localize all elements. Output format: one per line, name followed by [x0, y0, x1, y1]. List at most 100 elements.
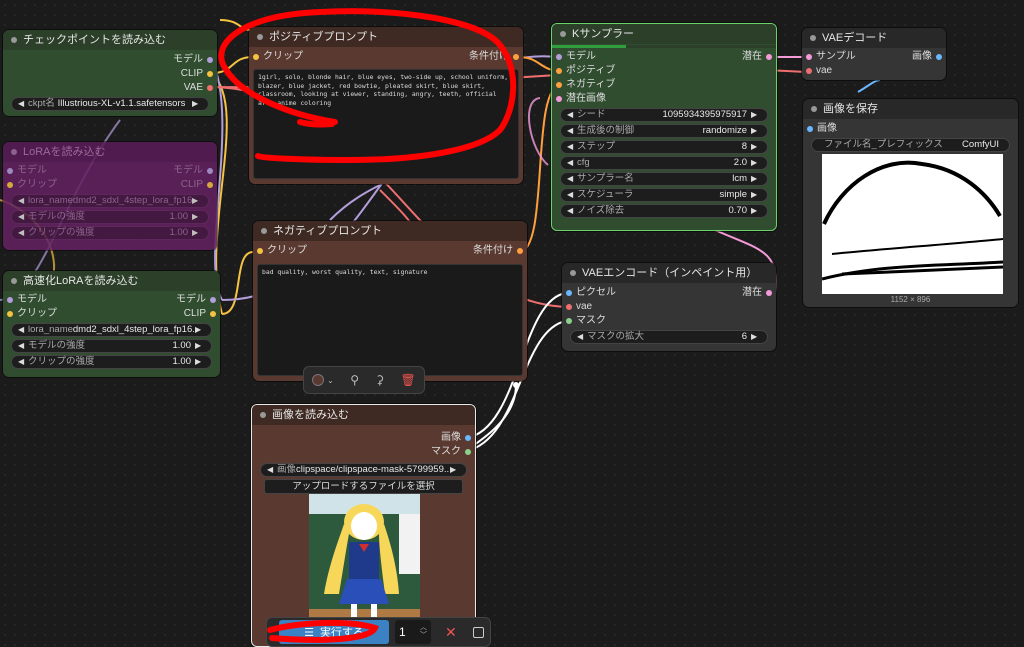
image-file-combo[interactable]: ◀ 画像 clipspace/clipspace-mask-5799959.... ▶	[260, 463, 467, 477]
arrow-left-icon[interactable]: ◀	[18, 227, 28, 239]
negative-input-pin[interactable]	[556, 82, 562, 88]
latent-output-pin[interactable]	[766, 54, 772, 60]
denoise-widget[interactable]: ◀ ノイズ除去 0.70 ▶	[560, 204, 768, 218]
arrow-left-icon[interactable]: ◀	[18, 98, 28, 110]
node-title[interactable]: ポジティブプロンプト	[249, 27, 523, 47]
node-title[interactable]: VAEデコード	[802, 28, 946, 48]
clip-strength-slider[interactable]: ◀ クリップの強度 1.00 ▶	[11, 226, 209, 240]
input-clip[interactable]: クリップ	[249, 50, 303, 64]
node-collapse-dot[interactable]	[261, 228, 267, 234]
chevron-down-icon[interactable]: ﹀	[420, 632, 427, 640]
input-clip[interactable]: クリップ	[3, 307, 103, 321]
output-vae[interactable]: VAE	[3, 81, 217, 95]
model-input-pin[interactable]	[556, 54, 562, 60]
image-output-pin[interactable]	[936, 54, 942, 60]
latent-input-pin[interactable]	[806, 54, 812, 60]
node-title[interactable]: チェックポイントを読み込む	[3, 30, 217, 50]
clip-input-pin[interactable]	[257, 248, 263, 254]
input-negative[interactable]: ネガティブ	[552, 78, 615, 92]
control-after-generate-combo[interactable]: ◀ 生成後の制御 randomize ▶	[560, 124, 768, 138]
lora-loader-bypassed-node[interactable]: LoRAを読み込む モデル モデル クリップ CLIP ◀ lora_name dm…	[3, 142, 217, 250]
filename-prefix-field[interactable]: ファイル名_プレフィックス ComfyUI	[811, 138, 1010, 152]
pin-icon[interactable]: ⚳	[375, 373, 384, 387]
checkpoint-loader-node[interactable]: チェックポイントを読み込む モデル CLIP VAE ◀ ckpt名 Illustr…	[3, 30, 217, 116]
fast-lora-loader-node[interactable]: 高速化LoRAを読み込む モデル モデル クリップ CLIP ◀ lora_nam…	[3, 271, 220, 377]
arrow-left-icon[interactable]: ◀	[567, 125, 577, 137]
arrow-left-icon[interactable]: ◀	[18, 211, 28, 223]
load-image-node[interactable]: 画像を読み込む 画像 マスク ◀ 画像 clipspace/clipspace-ma…	[251, 404, 476, 647]
input-model[interactable]: モデル	[3, 293, 103, 307]
arrow-left-icon[interactable]: ◀	[577, 331, 587, 343]
input-pixels[interactable]: ピクセル	[562, 286, 616, 300]
input-mask[interactable]: マスク	[562, 314, 606, 328]
vae-input-pin[interactable]	[806, 68, 812, 74]
output-mask[interactable]: マスク	[252, 445, 475, 459]
arrow-left-icon[interactable]: ◀	[18, 324, 28, 336]
delete-trash-icon[interactable]: 🗑	[401, 373, 416, 387]
arrow-right-icon[interactable]: ▶	[195, 340, 205, 352]
upload-file-button[interactable]: アップロードするファイルを選択	[264, 479, 463, 494]
node-title[interactable]: VAEエンコード（インペイント用）	[562, 263, 776, 283]
output-model[interactable]: モデル	[120, 293, 220, 307]
arrow-right-icon[interactable]: ▶	[192, 211, 202, 223]
arrow-right-icon[interactable]: ▶	[192, 227, 202, 239]
clip-strength-slider[interactable]: ◀ クリップの強度 1.00 ▶	[11, 355, 212, 369]
input-model[interactable]: モデル	[552, 50, 596, 64]
node-title[interactable]: ネガティブプロンプト	[253, 221, 527, 241]
steps-widget[interactable]: ◀ ステップ 8 ▶	[560, 140, 768, 154]
arrow-left-icon[interactable]: ◀	[567, 189, 577, 201]
input-clip[interactable]: クリップ	[253, 244, 307, 258]
arrow-right-icon[interactable]: ▶	[192, 98, 202, 110]
node-collapse-dot[interactable]	[260, 412, 266, 418]
arrow-left-icon[interactable]: ◀	[267, 464, 277, 476]
arrow-right-icon[interactable]: ▶	[751, 141, 761, 153]
cancel-close-icon[interactable]: ✕	[445, 624, 457, 641]
latent-input-pin[interactable]	[556, 96, 562, 102]
clip-output-pin[interactable]	[207, 71, 213, 77]
arrow-right-icon[interactable]: ▶	[751, 125, 761, 137]
output-image[interactable]: 画像	[912, 50, 946, 64]
vae-output-pin[interactable]	[207, 85, 213, 91]
input-positive[interactable]: ポジティブ	[552, 64, 615, 78]
chevron-up-icon[interactable]: ︿	[420, 624, 427, 632]
clip-output-pin[interactable]	[207, 182, 213, 188]
mask-input-pin[interactable]	[566, 318, 572, 324]
ksampler-node[interactable]: Kサンプラー モデル 潜在 ポジティブ ネガティブ 潜在画像 ◀ シード 10959…	[551, 23, 777, 231]
arrow-left-icon[interactable]: ◀	[567, 109, 577, 121]
model-strength-slider[interactable]: ◀ モデルの強度 1.00 ▶	[11, 210, 209, 224]
clip-output-pin[interactable]	[210, 311, 216, 317]
vae-input-pin[interactable]	[566, 304, 572, 310]
node-title[interactable]: 高速化LoRAを読み込む	[3, 271, 220, 291]
clip-input-pin[interactable]	[7, 182, 13, 188]
vae-decode-node[interactable]: VAEデコード サンプル 画像 vae	[802, 28, 946, 80]
model-output-pin[interactable]	[207, 57, 213, 63]
positive-input-pin[interactable]	[556, 68, 562, 74]
mask-output-pin[interactable]	[465, 449, 471, 455]
node-collapse-dot[interactable]	[11, 149, 17, 155]
output-image-preview[interactable]	[821, 154, 1004, 294]
seed-widget[interactable]: ◀ シード 1095934395975917 ▶	[560, 108, 768, 122]
conditioning-output-pin[interactable]	[513, 54, 519, 60]
clip-input-pin[interactable]	[7, 311, 13, 317]
model-output-pin[interactable]	[210, 297, 216, 303]
arrow-right-icon[interactable]: ▶	[751, 189, 761, 201]
vae-encode-inpaint-node[interactable]: VAEエンコード（インペイント用） ピクセル 潜在 vae マスク ◀ マスクの拡…	[562, 263, 776, 351]
output-conditioning[interactable]: 条件付け	[469, 50, 523, 64]
node-title[interactable]: 画像を読み込む	[252, 405, 475, 425]
output-latent[interactable]: 潜在	[742, 286, 776, 300]
output-clip[interactable]: CLIP	[117, 178, 217, 192]
arrow-left-icon[interactable]: ◀	[567, 173, 577, 185]
arrow-right-icon[interactable]: ▶	[195, 356, 205, 368]
arrow-right-icon[interactable]: ▶	[450, 464, 460, 476]
arrow-left-icon[interactable]: ◀	[18, 195, 28, 207]
node-title[interactable]: Kサンプラー	[552, 24, 776, 44]
image-input-pin[interactable]	[807, 126, 813, 132]
lora-name-combo[interactable]: ◀ lora_name dmd2_sdxl_4step_lora_fp16.... ▶	[11, 323, 212, 337]
model-input-pin[interactable]	[7, 168, 13, 174]
node-collapse-dot[interactable]	[11, 37, 17, 43]
run-button[interactable]: ☰ 実行する	[279, 620, 389, 644]
image-output-pin[interactable]	[465, 435, 471, 441]
model-strength-slider[interactable]: ◀ モデルの強度 1.00 ▶	[11, 339, 212, 353]
batch-count-stepper[interactable]: 1 ︿ ﹀	[395, 620, 431, 644]
output-model[interactable]: モデル	[3, 53, 217, 67]
